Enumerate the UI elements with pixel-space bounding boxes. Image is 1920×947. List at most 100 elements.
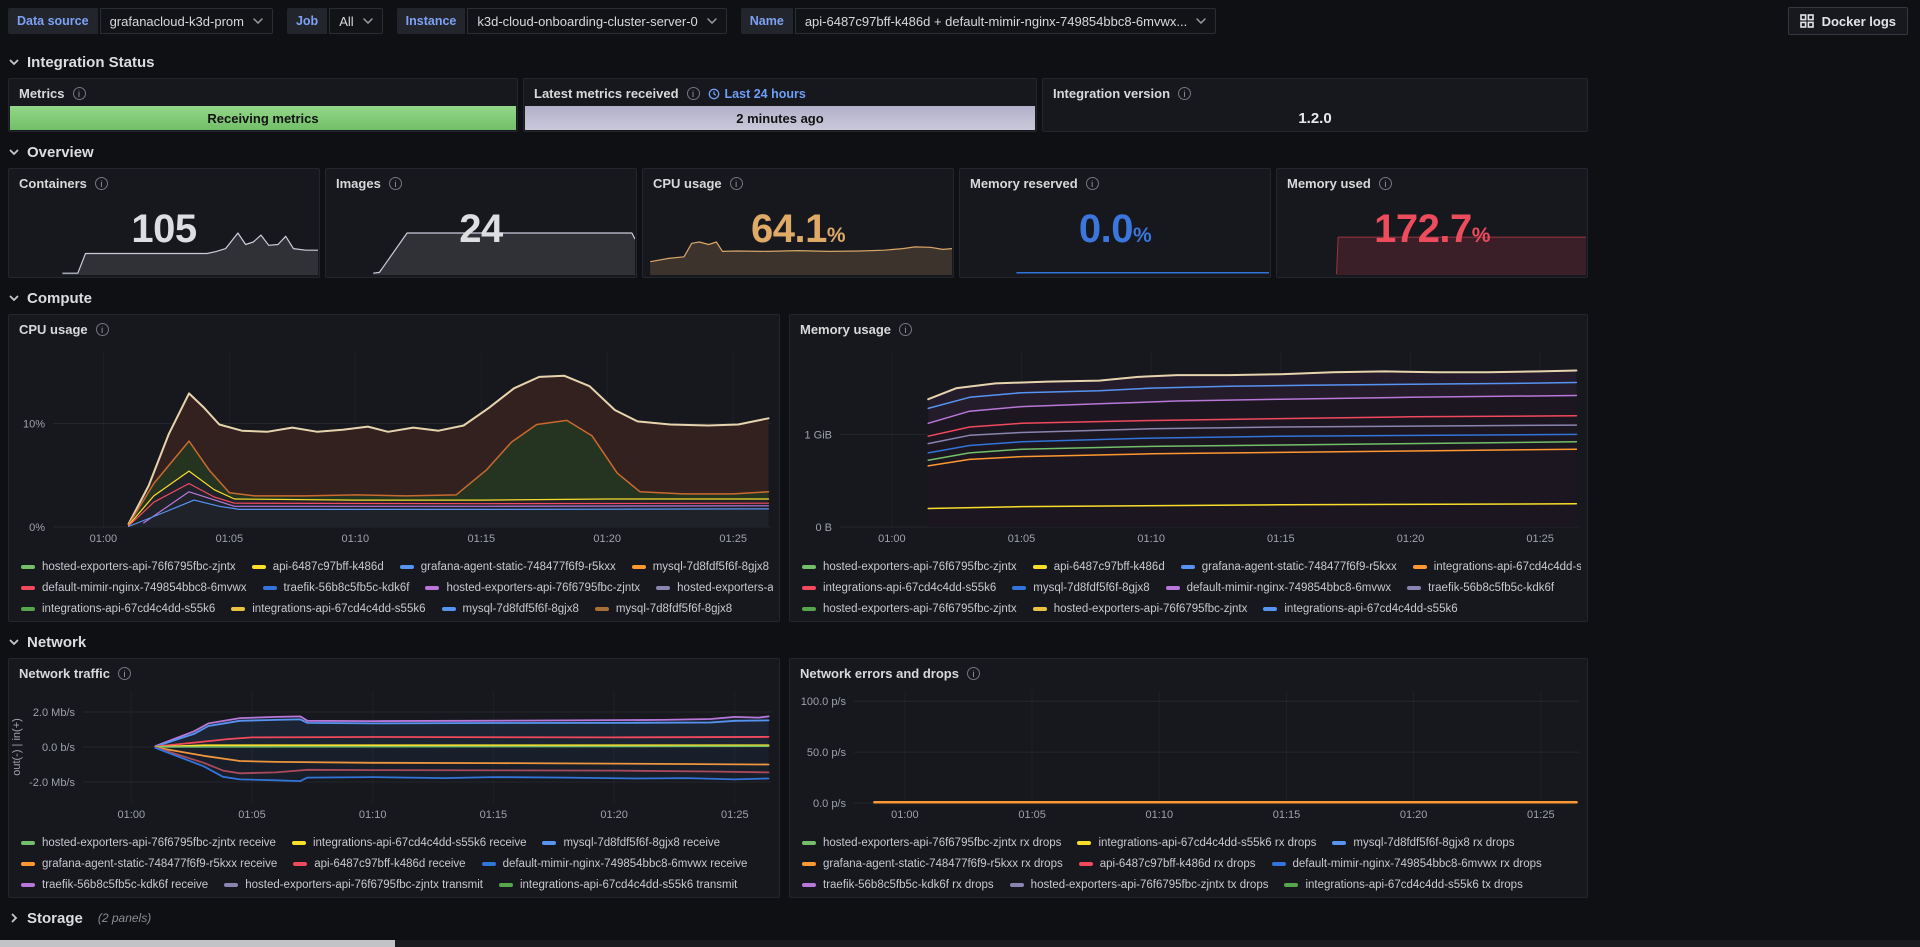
legend-item[interactable]: integrations-api-67cd4c4dd-s55k6: [802, 582, 996, 594]
filter-value-job[interactable]: All: [329, 8, 383, 34]
legend-item[interactable]: default-mimir-nginx-749854bbc8-6mvwx: [1165, 582, 1391, 594]
filter-value-name[interactable]: api-6487c97bff-k486d + default-mimir-ngi…: [794, 8, 1217, 34]
panel-title: Memory reserved: [970, 176, 1078, 191]
legend-item[interactable]: integrations-api-67cd4c4dd-s55k6: [21, 603, 215, 615]
legend-label: mysql-7d8fdf5f6f-8gjx8: [652, 560, 770, 573]
legend-item[interactable]: default-mimir-nginx-749854bbc8-6mvwx rx …: [1271, 858, 1542, 870]
memory-plot: 01:00 01:05 01:10 01:15 01:20 01:25 0 B 1 GiB: [804, 351, 1579, 545]
legend-item[interactable]: hosted-exporters-api-76f6795fbc-zjntx: [21, 561, 236, 573]
network-traffic-chart: 01:00 01:05 01:10 01:15 01:20 01:25 2.0 Mb/s 0.…: [9, 685, 779, 825]
legend-item[interactable]: integrations-api-67cd4c4dd-s55k6: [1263, 603, 1458, 615]
legend-item[interactable]: api-6487c97bff-k486d: [1032, 561, 1165, 573]
legend-swatch: [1271, 861, 1286, 866]
filter-value-datasource[interactable]: grafanacloud-k3d-prom: [99, 8, 273, 34]
legend-swatch: [21, 585, 35, 590]
svg-text:01:25: 01:25: [719, 533, 747, 545]
info-icon[interactable]: i: [94, 177, 108, 190]
legend-label: mysql-7d8fdf5f6f-8gjx8: [1033, 581, 1150, 594]
legend-item[interactable]: mysql-7d8fdf5f6f-8gjx8: [441, 602, 579, 615]
legend-item[interactable]: traefik-56b8c5fb5c-kdk6f rx drops: [802, 879, 994, 891]
legend-item[interactable]: hosted-exporters-api-76f6795fbc-zjntx rx…: [802, 837, 1061, 849]
info-icon[interactable]: i: [899, 323, 913, 336]
svg-text:01:15: 01:15: [468, 533, 496, 545]
svg-text:01:25: 01:25: [1527, 809, 1555, 821]
svg-text:0%: 0%: [29, 522, 45, 534]
legend-swatch: [262, 585, 277, 590]
info-icon[interactable]: i: [1178, 87, 1192, 100]
svg-text:01:00: 01:00: [878, 533, 906, 545]
legend-item[interactable]: integrations-api-67cd4c4dd-s55k6 receive: [291, 836, 527, 849]
section-storage[interactable]: Storage (2 panels): [8, 907, 1920, 929]
info-icon[interactable]: i: [1378, 177, 1392, 190]
info-icon[interactable]: i: [1085, 177, 1099, 190]
legend-item[interactable]: hosted-exporters-api-76f6795fbc-zjntx tr…: [224, 879, 483, 891]
legend-item[interactable]: integrations-api-67cd4c4dd-s55k6 tx drop…: [1284, 879, 1523, 891]
legend-item[interactable]: api-6487c97bff-k486d rx drops: [1078, 857, 1256, 870]
info-icon[interactable]: i: [729, 177, 743, 190]
legend-item[interactable]: integrations-api-67cd4c4dd-s55k6: [1412, 561, 1581, 573]
filter-value-instance[interactable]: k3d-cloud-onboarding-cluster-server-0: [467, 8, 727, 34]
svg-text:0.0 p/s: 0.0 p/s: [813, 798, 847, 810]
info-icon[interactable]: i: [118, 667, 132, 680]
legend-item[interactable]: hosted-exporters-api-76f6795fbc-zjntx tx…: [1009, 879, 1268, 891]
panel-memory-usage-chart: Memory usage i 01:00 01:05 01:10 01:15 01:20…: [789, 314, 1588, 622]
scrollbar-thumb[interactable]: [0, 940, 395, 947]
legend-row: hosted-exporters-api-76f6795fbc-zjntx api…: [802, 558, 1581, 575]
legend-item[interactable]: hosted-exporters-api-76f6795fbc-zjntx: [1032, 602, 1248, 615]
legend-item[interactable]: hosted-exporters-api-76f6795fbc-zjntx: [425, 582, 640, 594]
legend-label: api-6487c97bff-k486d receive: [314, 857, 466, 870]
legend-item[interactable]: traefik-56b8c5fb5c-kdk6f receive: [21, 879, 208, 891]
legend-item[interactable]: hosted-exporters-api-76f6795fbc-zjntx: [802, 561, 1017, 573]
legend-item[interactable]: traefik-56b8c5fb5c-kdk6f: [1407, 582, 1554, 594]
legend-item[interactable]: hosted-exporters-api-76f6795fbc-zjntx re…: [21, 837, 276, 849]
legend-item[interactable]: integrations-api-67cd4c4dd-s55k6 rx drop…: [1077, 837, 1316, 849]
legend-label: hosted-exporters-api-76f6795fbc-zjntx: [1053, 602, 1248, 615]
legend-item[interactable]: mysql-7d8fdf5f6f-8gjx8 receive: [542, 837, 720, 849]
legend-item[interactable]: mysql-7d8fdf5f6f-8gjx8 rx drops: [1332, 837, 1515, 849]
legend-item[interactable]: grafana-agent-static-748477f6f9-r5kxx: [1180, 560, 1397, 573]
legend-item[interactable]: integrations-api-67cd4c4dd-s55k6 transmi…: [498, 879, 737, 891]
legend-item[interactable]: mysql-7d8fdf5f6f-8gjx8: [1012, 581, 1150, 594]
legend-label: grafana-agent-static-748477f6f9-r5kxx: [1201, 560, 1397, 573]
info-icon[interactable]: i: [72, 87, 86, 100]
legend-item[interactable]: traefik-56b8c5fb5c-kdk6f: [262, 582, 409, 594]
docker-logs-button[interactable]: Docker logs: [1787, 7, 1908, 35]
info-icon[interactable]: i: [966, 667, 980, 680]
legend-label: mysql-7d8fdf5f6f-8gjx8: [462, 602, 579, 615]
section-compute[interactable]: Compute: [8, 287, 1920, 309]
legend-item[interactable]: grafana-agent-static-748477f6f9-r5kxx rx…: [802, 858, 1063, 870]
svg-text:01:20: 01:20: [600, 809, 628, 821]
time-range-link[interactable]: Last 24 hours: [708, 87, 806, 101]
legend-item[interactable]: grafana-agent-static-748477f6f9-r5kxx re…: [21, 858, 277, 870]
legend-item[interactable]: grafana-agent-static-748477f6f9-r5kxx: [399, 561, 616, 573]
legend-item[interactable]: integrations-api-67cd4c4dd-s55k6: [231, 603, 426, 615]
legend-label: integrations-api-67cd4c4dd-s55k6 receive: [312, 836, 527, 849]
legend-item[interactable]: api-6487c97bff-k486d: [251, 561, 384, 573]
panel-title: Network traffic: [19, 666, 111, 681]
legend-label: api-6487c97bff-k486d rx drops: [1099, 857, 1256, 870]
legend-item[interactable]: default-mimir-nginx-749854bbc8-6mvwx rec…: [481, 858, 747, 870]
info-icon[interactable]: i: [95, 323, 109, 336]
legend-row: hosted-exporters-api-76f6795fbc-zjntx hos…: [802, 600, 1581, 617]
info-icon[interactable]: i: [388, 177, 402, 190]
section-integration-status[interactable]: Integration Status: [8, 51, 1920, 73]
svg-text:2.0 Mb/s: 2.0 Mb/s: [33, 707, 76, 719]
legend-item[interactable]: mysql-7d8fdf5f6f-8gjx8: [594, 603, 732, 615]
info-icon[interactable]: i: [686, 87, 700, 100]
legend-item[interactable]: api-6487c97bff-k486d receive: [293, 857, 466, 870]
section-network[interactable]: Network: [8, 631, 1920, 653]
filter-job: Job All: [286, 8, 383, 34]
legend-swatch: [251, 564, 266, 569]
svg-text:01:00: 01:00: [118, 809, 146, 821]
legend-row: traefik-56b8c5fb5c-kdk6f receive hosted-e…: [21, 876, 773, 893]
legend-item[interactable]: default-mimir-nginx-749854bbc8-6mvwx: [21, 582, 247, 594]
compute-row: CPU usage i 01:00 01:05 01:10 01:15 01:20 01:…: [8, 314, 1588, 622]
panel-title: CPU usage: [19, 322, 88, 337]
legend-item[interactable]: hosted-exporters-api-76f6795fbc-zjntx: [656, 582, 773, 594]
svg-text:0 B: 0 B: [815, 522, 832, 534]
errors-plot: 01:00 01:05 01:10 01:15 01:20 01:25 0.0 p/s 50.…: [801, 691, 1579, 821]
section-overview[interactable]: Overview: [8, 141, 1920, 163]
legend-item[interactable]: hosted-exporters-api-76f6795fbc-zjntx: [802, 603, 1017, 615]
legend-swatch: [542, 840, 557, 845]
legend-item[interactable]: mysql-7d8fdf5f6f-8gjx8: [631, 560, 770, 573]
